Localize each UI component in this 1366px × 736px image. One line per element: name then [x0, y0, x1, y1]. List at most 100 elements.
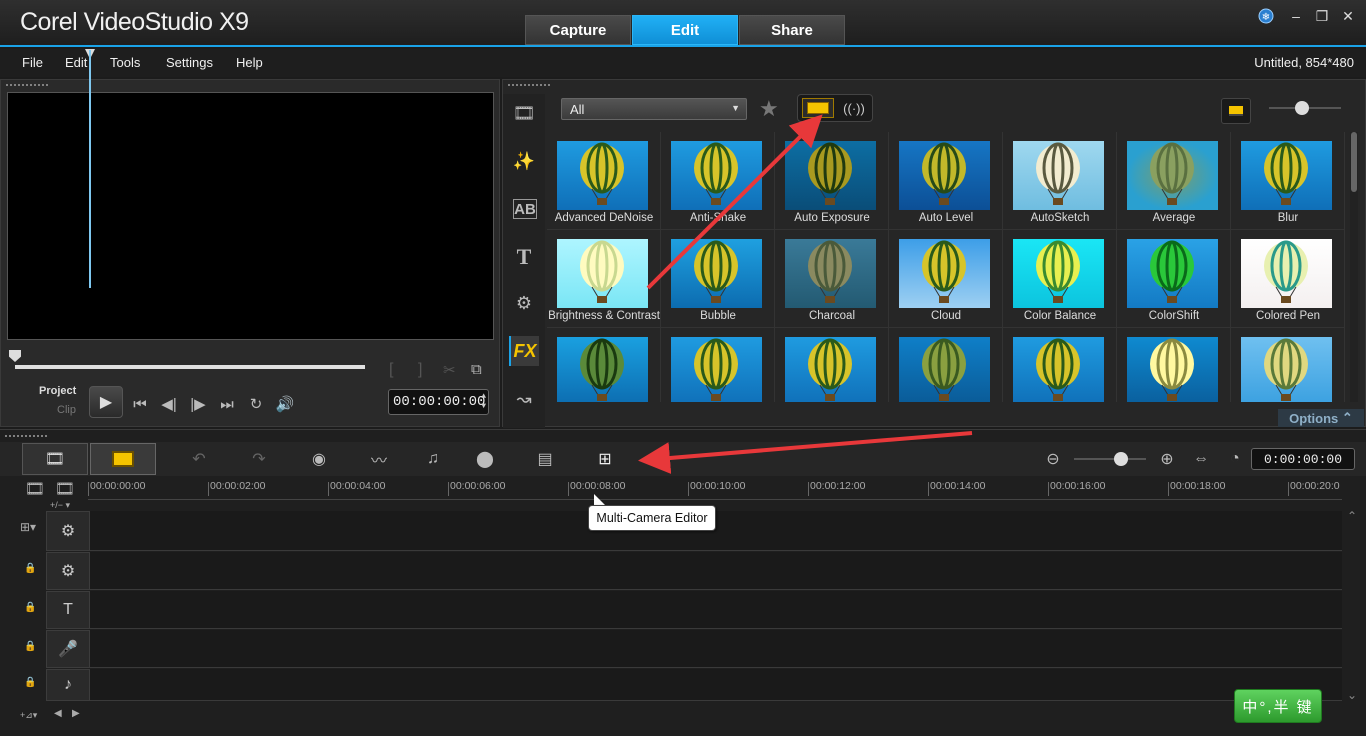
- graphic-icon[interactable]: ⚙: [509, 288, 539, 318]
- filter-dropdown[interactable]: All ▼: [561, 98, 747, 120]
- undo-icon[interactable]: ↶: [184, 446, 214, 472]
- track-lock-icon[interactable]: 🔒: [24, 563, 36, 574]
- timeline-timecode[interactable]: 0:00:00:00: [1251, 448, 1355, 470]
- close-icon[interactable]: ✕: [1338, 6, 1358, 26]
- fx-item[interactable]: ColorShift: [1117, 230, 1231, 328]
- menu-help[interactable]: Help: [236, 55, 263, 70]
- fx-item[interactable]: [775, 328, 889, 402]
- record-capture-icon[interactable]: ◉: [304, 446, 334, 472]
- fx-item[interactable]: [1003, 328, 1117, 402]
- show-all-tracks-icon[interactable]: 🎞: [20, 480, 50, 498]
- fx-item[interactable]: [889, 328, 1003, 402]
- ime-status-badge[interactable]: 中°,半 键: [1234, 689, 1322, 723]
- track-lock-icon[interactable]: 🔒: [24, 641, 36, 652]
- next-frame-icon[interactable]: |▶: [185, 392, 211, 416]
- fx-item[interactable]: Auto Exposure: [775, 132, 889, 230]
- library-scrollbar[interactable]: [1350, 132, 1358, 402]
- panel-grip[interactable]: [507, 83, 551, 87]
- thumbnail-size-slider[interactable]: [1269, 101, 1341, 115]
- voice-track[interactable]: [90, 630, 1342, 668]
- volume-icon[interactable]: 🔊: [272, 392, 298, 416]
- repeat-icon[interactable]: ↻: [243, 392, 269, 416]
- video-track[interactable]: [90, 511, 1342, 551]
- timecode-spinner-icon[interactable]: ▲ ▼: [481, 392, 486, 412]
- zoom-out-icon[interactable]: ⊖: [1038, 446, 1068, 472]
- panel-grip[interactable]: [4, 434, 48, 438]
- fx-item[interactable]: Colored Pen: [1231, 230, 1345, 328]
- slider-knob[interactable]: [1114, 452, 1128, 466]
- menu-settings[interactable]: Settings: [166, 55, 213, 70]
- play-button[interactable]: ▶: [89, 386, 123, 418]
- restore-icon[interactable]: ❐: [1312, 6, 1332, 26]
- transition-icon[interactable]: AB: [513, 199, 537, 219]
- storyboard-view-button[interactable]: 🎞: [22, 443, 88, 475]
- tab-share[interactable]: Share: [739, 15, 845, 45]
- scrub-handle[interactable]: [9, 350, 21, 362]
- clip-mode-label[interactable]: Clip: [57, 404, 76, 416]
- fx-item[interactable]: Blur: [1231, 132, 1345, 230]
- help-icon[interactable]: ❄: [1256, 6, 1276, 26]
- fx-item[interactable]: Auto Level: [889, 132, 1003, 230]
- fx-item[interactable]: Bubble: [661, 230, 775, 328]
- overlay-track-header[interactable]: ⚙: [46, 552, 90, 590]
- video-track-header[interactable]: ⚙: [46, 511, 90, 551]
- fx-item[interactable]: Cloud: [889, 230, 1003, 328]
- track-manager-icon[interactable]: 🎞: [50, 480, 80, 498]
- options-button[interactable]: Options ⌃: [1278, 409, 1364, 427]
- fx-item[interactable]: Average: [1117, 132, 1231, 230]
- instant-project-icon[interactable]: ✨: [509, 146, 539, 176]
- mark-in-icon[interactable]: [: [389, 361, 393, 379]
- fx-filter-icon[interactable]: FX: [509, 336, 539, 366]
- home-icon[interactable]: ⏮: [127, 392, 153, 416]
- timeline-zoom-slider[interactable]: [1074, 452, 1146, 466]
- fx-item[interactable]: Advanced DeNoise: [547, 132, 661, 230]
- split-clip-icon[interactable]: ✂: [443, 361, 456, 379]
- sound-mixer-icon[interactable]: 〰: [364, 446, 394, 472]
- project-duration-icon[interactable]: ◔: [1220, 446, 1250, 472]
- path-icon[interactable]: ↝: [509, 384, 539, 414]
- fx-item[interactable]: [1231, 328, 1345, 402]
- menu-edit[interactable]: Edit: [65, 55, 87, 70]
- fx-item[interactable]: Color Balance: [1003, 230, 1117, 328]
- show-audio-filters-button[interactable]: ((·)): [838, 98, 870, 118]
- end-icon[interactable]: ⏭: [214, 392, 240, 416]
- music-track-header[interactable]: ♪: [46, 669, 90, 701]
- track-settings-icon[interactable]: +⊿▾: [20, 710, 37, 721]
- zoom-in-icon[interactable]: ⊕: [1152, 446, 1182, 472]
- project-mode-label[interactable]: Project: [39, 385, 76, 397]
- playhead[interactable]: [89, 50, 91, 288]
- mark-out-icon[interactable]: ]: [418, 361, 422, 379]
- voice-track-header[interactable]: 🎤: [46, 630, 90, 668]
- thumbnail-view-button[interactable]: [1221, 98, 1251, 124]
- enable-ripple-icon[interactable]: ⊞▾: [20, 520, 36, 534]
- fx-item[interactable]: Brightness & Contrast: [547, 230, 661, 328]
- fit-project-icon[interactable]: ⇔: [1186, 446, 1216, 472]
- add-remove-chapter-icon[interactable]: +/− ▾: [50, 500, 70, 511]
- show-video-filters-button[interactable]: [802, 98, 834, 118]
- fx-item[interactable]: [1117, 328, 1231, 402]
- panel-grip[interactable]: [5, 83, 49, 87]
- slider-knob[interactable]: [1295, 101, 1309, 115]
- menu-tools[interactable]: Tools: [110, 55, 140, 70]
- scroll-left-icon[interactable]: ◀: [54, 708, 62, 719]
- motion-tracking-icon[interactable]: ⬤: [470, 446, 500, 472]
- tab-edit[interactable]: Edit: [632, 15, 738, 45]
- minimize-icon[interactable]: –: [1286, 6, 1306, 26]
- player-timecode[interactable]: 00:00:00:00 ▲ ▼: [388, 389, 489, 415]
- fx-item[interactable]: [547, 328, 661, 402]
- scrub-bar[interactable]: [15, 365, 365, 369]
- multi-camera-editor-icon[interactable]: ⊞: [590, 446, 620, 472]
- title-track[interactable]: [90, 591, 1342, 629]
- overlay-track[interactable]: [90, 552, 1342, 590]
- timeline-scroll-up-icon[interactable]: ⌃: [1347, 509, 1365, 709]
- auto-music-icon[interactable]: ♫: [418, 446, 448, 472]
- title-track-header[interactable]: T: [46, 591, 90, 629]
- title-icon[interactable]: T: [509, 242, 539, 272]
- track-lock-icon[interactable]: 🔒: [24, 677, 36, 688]
- fx-item[interactable]: [661, 328, 775, 402]
- scroll-thumb[interactable]: [1351, 132, 1357, 192]
- fx-item[interactable]: Charcoal: [775, 230, 889, 328]
- tab-capture[interactable]: Capture: [525, 15, 631, 45]
- scroll-right-icon[interactable]: ▶: [72, 708, 80, 719]
- timeline-scroll-down-icon[interactable]: ⌄: [1347, 688, 1357, 702]
